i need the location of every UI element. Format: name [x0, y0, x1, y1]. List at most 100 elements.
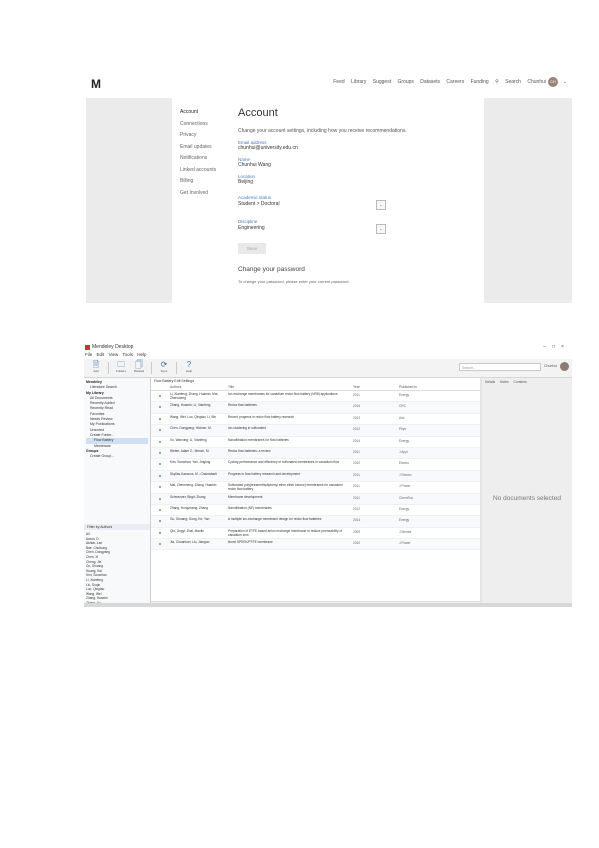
- toolbar-divider: [108, 362, 109, 374]
- nav-careers[interactable]: Careers: [446, 79, 464, 85]
- cell-authors: Jia, Chuankun; Liu, Jianguo: [170, 540, 210, 545]
- table-row[interactable]: Skyllas-Kazacos, M.; Chakrabarti Progress…: [151, 470, 480, 483]
- cell-authors: Skyllas-Kazacos, M.; Chakrabarti: [170, 471, 217, 476]
- chevron-down-icon[interactable]: ⌄: [376, 224, 386, 234]
- cell-year: 2009: [353, 529, 361, 534]
- add-button[interactable]: 🗎 Add: [86, 360, 106, 373]
- tab-details[interactable]: Details: [485, 380, 495, 384]
- nav-datasets[interactable]: Datasets: [420, 79, 440, 85]
- discipline-select[interactable]: Engineering ⌄: [238, 224, 386, 234]
- cell-year: 2011: [353, 495, 360, 500]
- folders-button[interactable]: 🗀 Folders: [111, 360, 131, 373]
- password-hint: To change your password, please enter yo…: [238, 279, 350, 284]
- search-input[interactable]: Search...: [459, 363, 541, 371]
- menu-tools[interactable]: Tools: [122, 352, 133, 357]
- table-row[interactable]: Xu, Wanxing; Li, Xianfeng Nanofiltration …: [151, 437, 480, 448]
- status-bar: [84, 603, 572, 607]
- cell-year: 2012: [353, 427, 361, 432]
- sync-button-label: Sync: [160, 369, 168, 373]
- nav-library[interactable]: Library: [351, 79, 366, 85]
- read-status-icon: [159, 486, 161, 489]
- password-section-title: Change your password: [238, 266, 305, 273]
- filter-header[interactable]: Filter by Authors: [84, 524, 150, 530]
- table-row[interactable]: Kim, Soowhan; Yan, Jingling Cycling perfo…: [151, 459, 480, 471]
- table-row[interactable]: Zhang, Hongzhang; Zhang Nanofiltration (N…: [151, 505, 480, 517]
- academic-status-value: Student > Doctoral: [238, 201, 280, 207]
- table-row[interactable]: Li, Xianfeng; Zhang, Huamin; Mai, Zhensh…: [151, 391, 480, 403]
- sidebar-item-notifications[interactable]: Notifications: [180, 153, 230, 165]
- column-published-in[interactable]: Published In: [399, 385, 417, 389]
- tab-contents[interactable]: Contents: [514, 380, 527, 384]
- help-button[interactable]: ? Help: [179, 360, 199, 373]
- table-row[interactable]: Chen, Dongyang; Hickner, M. Ion clusterin…: [151, 425, 480, 437]
- menu-edit[interactable]: Edit: [97, 352, 105, 357]
- table-row[interactable]: Qiu, Jingyi; Zhai, Maolin Preparation of …: [151, 528, 480, 540]
- read-status-icon: [159, 440, 161, 443]
- avatar[interactable]: CH: [548, 77, 558, 87]
- page-title: Account: [238, 107, 278, 119]
- sidebar-item-email-updates[interactable]: Email updates: [180, 142, 230, 154]
- cell-published-in: J Appl: [399, 449, 408, 454]
- nav-search[interactable]: Search: [505, 79, 521, 85]
- cell-published-in: Adv: [399, 415, 405, 420]
- menu-help[interactable]: Help: [137, 352, 146, 357]
- column-year[interactable]: Year: [353, 385, 360, 389]
- table-row[interactable]: Weber, Adam Z.; Mench, M. Redox flow batt…: [151, 447, 480, 460]
- cell-published-in: J Membr: [399, 529, 412, 534]
- breadcrumb: Flow Battery Edit Settings: [154, 379, 195, 383]
- sidebar-item-billing[interactable]: Billing: [180, 176, 230, 188]
- window-controls[interactable]: –□×: [543, 344, 570, 350]
- nav-funding[interactable]: Funding: [471, 79, 489, 85]
- discipline-value: Engineering: [238, 225, 265, 231]
- menu-file[interactable]: File: [85, 352, 92, 357]
- nav-groups[interactable]: Groups: [397, 79, 413, 85]
- tab-notes[interactable]: Notes: [500, 380, 509, 384]
- academic-status-select[interactable]: Student > Doctoral ⌄: [238, 200, 386, 210]
- cell-authors: Gu, Shuang; Gong, Ke; Yan: [170, 517, 210, 522]
- read-status-icon: [159, 474, 161, 477]
- chevron-down-icon[interactable]: ⌄: [563, 79, 567, 85]
- tree-item[interactable]: Create Group...: [86, 454, 148, 459]
- sidebar-item-connections[interactable]: Connections: [180, 119, 230, 131]
- mendeley-desktop-screenshot: Mendeley Desktop –□× File Edit View Tool…: [84, 343, 572, 607]
- nav-suggest[interactable]: Suggest: [373, 79, 391, 85]
- column-title[interactable]: Title: [228, 385, 234, 389]
- table-row[interactable]: Gu, Shuang; Gong, Ke; Yan A multiple ion-…: [151, 516, 480, 528]
- table-row[interactable]: Wang, Wei; Luo, Qingtao; Li, Bin Recent p…: [151, 414, 480, 426]
- user-name[interactable]: Chunhui: [544, 364, 557, 368]
- cell-authors: Qiu, Jingyi; Zhai, Maolin: [170, 528, 205, 533]
- window-title: Mendeley Desktop: [92, 344, 134, 350]
- top-navigation-bar: M Feed Library Suggest Groups Datasets C…: [86, 67, 572, 98]
- table-row[interactable]: Zhang, Huamin; Li, Xianfeng Redox flow ba…: [151, 402, 480, 414]
- cell-year: 2015: [353, 404, 361, 409]
- name-value[interactable]: Chunhui Wang: [238, 162, 478, 168]
- table-row[interactable]: Schwenzer, Birgit; Zhang Membrane develop…: [151, 493, 480, 505]
- nav-user-name[interactable]: Chunhui: [527, 79, 546, 85]
- chevron-down-icon[interactable]: ⌄: [376, 200, 386, 210]
- sidebar-item-account[interactable]: Account: [180, 107, 230, 119]
- sync-button[interactable]: ⟳ Sync: [154, 360, 174, 373]
- related-button[interactable]: 🗍 Related: [129, 360, 149, 373]
- cell-year: 2011: [353, 484, 360, 489]
- nav-feed[interactable]: Feed: [333, 79, 344, 85]
- save-button[interactable]: Save: [238, 243, 266, 254]
- sidebar-item-get-involved[interactable]: Get Involved: [180, 188, 230, 200]
- cell-year: 2013: [353, 415, 361, 420]
- cell-published-in: J Power: [399, 484, 411, 489]
- cell-published-in: Electro: [399, 461, 409, 466]
- sidebar-item-linked-accounts[interactable]: Linked accounts: [180, 165, 230, 177]
- table-row[interactable]: Mai, Zhensheng; Zhang, Huamin Sulfonated …: [151, 482, 480, 494]
- menu-view[interactable]: View: [109, 352, 119, 357]
- details-pane: Details Notes Contents No documents sele…: [482, 378, 572, 607]
- location-value[interactable]: Beijing: [238, 179, 478, 185]
- avatar[interactable]: [560, 362, 569, 371]
- column-authors[interactable]: Authors: [170, 385, 181, 389]
- web-account-screenshot: M Feed Library Suggest Groups Datasets C…: [86, 67, 572, 303]
- cell-authors: Li, Xianfeng; Zhang, Huamin; Mai, Zhensh…: [170, 392, 219, 400]
- mendeley-logo[interactable]: M: [91, 77, 101, 91]
- table-row[interactable]: Jia, Chuankun; Liu, Jianguo Novel SPEEK/P…: [151, 539, 480, 551]
- cell-year: 2011: [353, 393, 360, 397]
- sidebar-item-privacy[interactable]: Privacy: [180, 130, 230, 142]
- help-icon: ?: [186, 360, 192, 369]
- search-icon[interactable]: ⚲: [495, 79, 499, 85]
